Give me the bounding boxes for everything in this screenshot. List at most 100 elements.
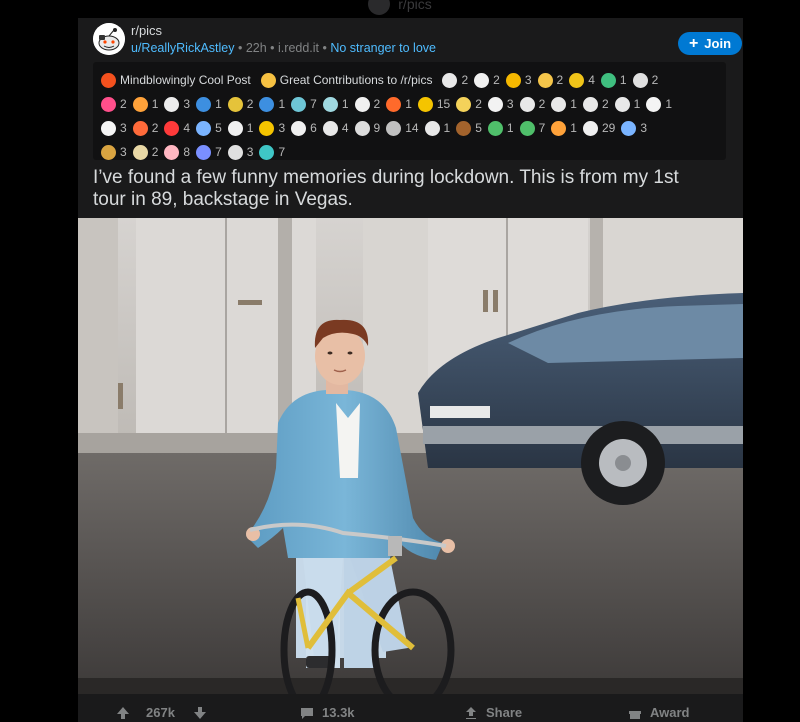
screen-award-icon [621,120,637,136]
oc-award-icon [227,96,243,112]
award-item[interactable]: 1 [424,116,451,140]
award-count: 7 [278,145,286,159]
award-item[interactable]: 3 [164,92,190,116]
award-item[interactable]: 2 [227,92,253,116]
award-count: 2 [538,97,546,111]
award-item[interactable]: 9 [354,116,380,140]
post-age: 22h [245,41,267,55]
award-count: 8 [183,145,191,159]
award-item[interactable]: 3 [505,68,532,92]
award-item[interactable]: 2 [519,92,546,116]
award-item[interactable]: 4 [164,116,190,140]
award-item[interactable]: 2 [474,68,500,92]
comments-button[interactable]: 13.3k [300,705,355,720]
award-item[interactable]: 5 [196,116,222,140]
award-item[interactable]: 15 [417,92,451,116]
award-count: 2 [475,97,482,111]
award-item[interactable]: Great Contributions to /r/pics [260,68,437,92]
award-item[interactable]: 1 [259,92,285,116]
award-item[interactable]: 7 [291,92,317,116]
award-item[interactable]: 2 [132,116,158,140]
subreddit-name[interactable]: r/pics [131,23,162,38]
helmet-award-icon [569,72,585,88]
award-item[interactable]: 14 [386,116,419,140]
award-count: 3 [640,121,648,135]
downvote-arrow-icon[interactable] [193,706,207,720]
award-item[interactable]: 1 [386,92,412,116]
award-item[interactable]: 2 [456,92,482,116]
award-item[interactable]: 1 [487,116,514,140]
award-count: 2 [601,97,609,111]
award-item[interactable]: 4 [322,116,349,140]
award-item[interactable]: 1 [322,92,349,116]
post-meta: u/ReallyRickAstley • 22h • i.redd.it • N… [131,41,436,55]
post-card[interactable]: r/pics u/ReallyRickAstley • 22h • i.redd… [78,18,743,722]
award-item[interactable]: 8 [164,140,190,164]
award-item[interactable]: 1 [614,92,640,116]
award-item[interactable]: 7 [259,140,285,164]
award-item[interactable]: 3 [259,116,285,140]
post-title[interactable]: I’ve found a few funny memories during l… [93,167,713,211]
award-item[interactable]: 1 [132,92,158,116]
award-count: 15 [436,97,451,111]
frog-award-icon [600,72,616,88]
eye-award-icon [354,120,370,136]
post-image[interactable] [78,218,743,694]
award-count: 1 [405,97,412,111]
award-count: 1 [506,121,514,135]
meta-separator: • [319,41,331,55]
award-item[interactable]: 3 [101,140,127,164]
award-item[interactable]: 2 [354,92,380,116]
subreddit-avatar[interactable] [93,23,125,55]
award-item[interactable]: 2 [132,140,158,164]
award-item[interactable]: 4 [569,68,595,92]
award-count: 5 [215,121,222,135]
award-item[interactable]: 2 [101,92,127,116]
award-count: 2 [461,73,469,87]
f-award-icon [291,120,307,136]
award-item[interactable]: 1 [646,92,672,116]
share-icon [466,706,476,719]
post-action-bar: 267k 13.3k Share Award [78,700,743,722]
award-item[interactable]: 1 [196,92,222,116]
comment-icon [301,707,313,719]
vote-controls: 267k [116,705,207,720]
campfire-award-icon [551,120,567,136]
award-item[interactable]: 6 [291,116,317,140]
award-item[interactable]: 7 [519,116,545,140]
award-item[interactable]: 1 [600,68,627,92]
share-button[interactable]: Share [464,705,522,720]
post-domain[interactable]: i.redd.it [278,41,319,55]
award-item[interactable]: 29 [582,116,615,140]
award-item[interactable]: 3 [487,92,514,116]
award-count: 4 [341,121,349,135]
award-count: 2 [493,73,500,87]
award-item[interactable]: 3 [621,116,647,140]
silver-award-icon [386,120,402,136]
bunny-award-icon [646,96,662,112]
hands-award-icon [322,120,338,136]
award-count: 4 [588,73,595,87]
upvote-arrow-icon[interactable] [116,706,130,720]
award-count: 14 [405,121,419,135]
award-item[interactable]: 3 [227,140,253,164]
award-item[interactable]: 7 [196,140,222,164]
award-item[interactable]: 3 [101,116,127,140]
award-count: 1 [443,121,451,135]
gold-award-icon [417,96,433,112]
author-link[interactable]: u/ReallyRickAstley [131,41,235,55]
award-item[interactable]: 2 [632,68,658,92]
cat-award-icon [424,120,440,136]
box-award-icon [101,144,116,160]
award-item[interactable]: 1 [551,92,577,116]
award-item[interactable]: 1 [227,116,253,140]
award-item[interactable]: 2 [442,68,468,92]
join-button[interactable]: + Join [678,32,742,55]
award-item[interactable]: 2 [582,92,609,116]
award-item[interactable]: Mindblowingly Cool Post [101,68,255,92]
award-item[interactable]: 5 [456,116,482,140]
award-count: 3 [120,145,127,159]
award-item[interactable]: 1 [551,116,577,140]
award-item[interactable]: 2 [537,68,563,92]
award-button[interactable]: Award [628,705,690,720]
